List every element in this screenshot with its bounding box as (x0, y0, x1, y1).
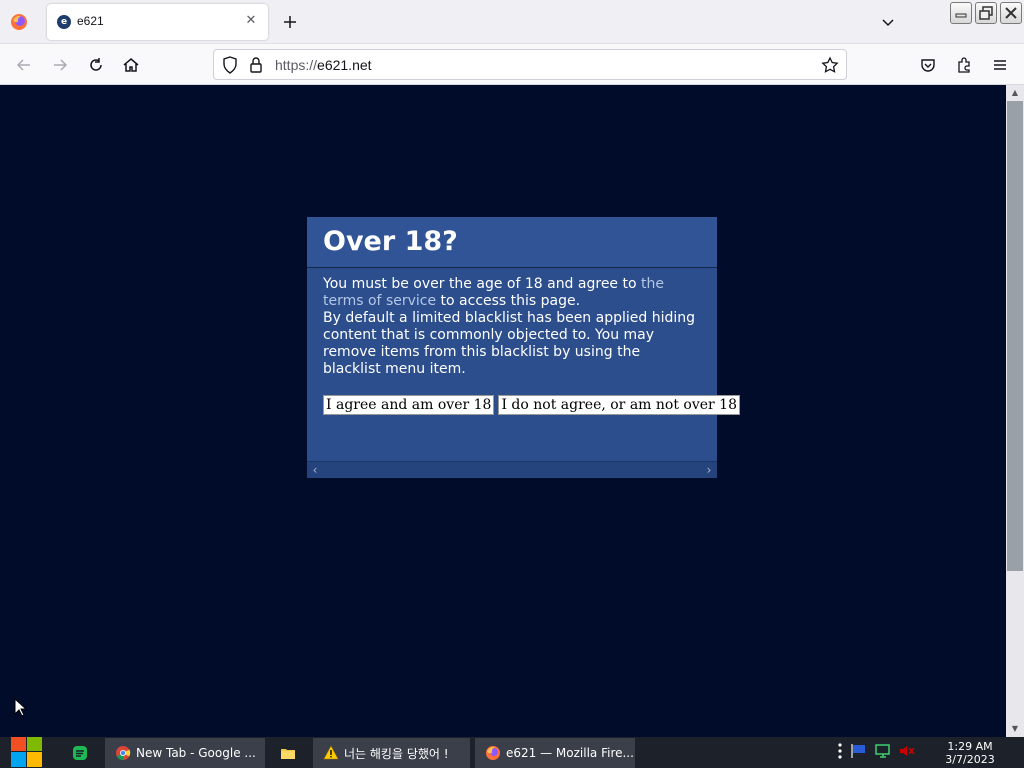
chrome-icon (116, 746, 131, 761)
network-monitor-icon[interactable] (874, 743, 892, 763)
url-host: e621.net (317, 57, 372, 73)
tracking-protection-shield-icon[interactable] (222, 56, 238, 78)
scroll-right-icon[interactable]: › (703, 464, 715, 476)
age-verification-dialog: Over 18? You must be over the age of 18 … (307, 217, 740, 478)
terms-text-after: to access this page. (436, 293, 581, 309)
action-center-flag-icon[interactable] (850, 743, 868, 763)
taskbar-label-warning: 너는 해킹을 당했어 ! (344, 746, 449, 761)
blacklist-paragraph: By default a limited blacklist has been … (323, 310, 696, 377)
close-window-icon[interactable] (1000, 2, 1022, 24)
dialog-title: Over 18? (323, 226, 458, 257)
window-controls (950, 2, 1022, 24)
scrollbar-thumb[interactable] (1007, 101, 1023, 571)
warning-icon (323, 745, 339, 760)
start-windows-icon[interactable] (10, 737, 44, 768)
chevron-down-icon[interactable] (878, 12, 898, 32)
scroll-down-icon[interactable]: ▼ (1010, 724, 1020, 734)
reload-icon[interactable] (85, 54, 107, 76)
terms-text-before: You must be over the age of 18 and agree… (323, 276, 641, 292)
scroll-left-icon[interactable]: ‹ (309, 464, 321, 476)
forward-icon[interactable] (49, 54, 71, 76)
dialog-button-row: I agree and am over 18 I do not agree, o… (323, 395, 740, 415)
dialog-horizontal-scrollbar[interactable]: ‹ › (307, 461, 717, 478)
taskbar: New Tab - Google ... 너는 해킹을 당했어 ! e621 —… (0, 737, 1024, 768)
firefox-view-icon[interactable] (8, 11, 30, 33)
taskbar-label-chrome: New Tab - Google ... (136, 746, 256, 760)
terms-paragraph: You must be over the age of 18 and agree… (323, 276, 701, 310)
taskbar-item-warning[interactable]: 너는 해킹을 당했어 ! (313, 738, 470, 768)
disagree-button[interactable]: I do not agree, or am not over 18 (498, 395, 740, 415)
hamburger-menu-icon[interactable] (989, 54, 1011, 76)
firefox-icon (486, 746, 500, 760)
folder-icon (281, 749, 295, 759)
tab-title: e621 (77, 14, 104, 28)
taskbar-item-chrome[interactable]: New Tab - Google ... (105, 738, 265, 768)
site-favicon-icon: e (57, 15, 71, 29)
back-icon[interactable] (13, 54, 35, 76)
navigation-toolbar: https://e621.net (0, 44, 1024, 85)
dialog-body: You must be over the age of 18 and agree… (307, 268, 740, 415)
lock-icon[interactable] (249, 56, 263, 78)
close-tab-icon[interactable]: ✕ (242, 12, 260, 30)
browser-tab[interactable]: e e621 ✕ (47, 4, 268, 40)
extensions-puzzle-icon[interactable] (953, 54, 975, 76)
bookmark-star-icon[interactable] (821, 56, 839, 78)
system-tray (836, 737, 916, 768)
restore-icon[interactable] (975, 2, 997, 24)
taskbar-app-green[interactable] (62, 738, 98, 768)
address-bar[interactable]: https://e621.net (213, 49, 847, 80)
url-scheme: https:// (275, 57, 318, 73)
clock-date: 3/7/2023 (945, 753, 995, 766)
page-vertical-scrollbar[interactable]: ▲ ▼ (1006, 85, 1024, 737)
page-viewport: Over 18? You must be over the age of 18 … (0, 85, 1006, 737)
url-text[interactable]: https://e621.net (275, 57, 372, 73)
dialog-header: Over 18? (307, 217, 717, 268)
new-tab-icon[interactable] (280, 12, 300, 32)
minimize-icon[interactable] (950, 2, 972, 24)
home-icon[interactable] (120, 54, 142, 76)
taskbar-item-explorer[interactable] (270, 738, 308, 768)
tab-strip: e e621 ✕ (0, 0, 1024, 44)
taskbar-item-firefox[interactable]: e621 — Mozilla Fire... (475, 738, 635, 768)
mouse-cursor-icon (14, 697, 28, 718)
agree-button[interactable]: I agree and am over 18 (323, 395, 495, 415)
taskbar-label-firefox: e621 — Mozilla Fire... (506, 746, 634, 760)
taskbar-clock[interactable]: 1:29 AM 3/7/2023 (938, 740, 1002, 766)
volume-muted-icon[interactable] (898, 743, 916, 763)
clock-time: 1:29 AM (947, 740, 993, 753)
tray-overflow-icon[interactable] (836, 742, 844, 764)
pocket-icon[interactable] (917, 54, 939, 76)
scroll-up-icon[interactable]: ▲ (1010, 88, 1020, 98)
